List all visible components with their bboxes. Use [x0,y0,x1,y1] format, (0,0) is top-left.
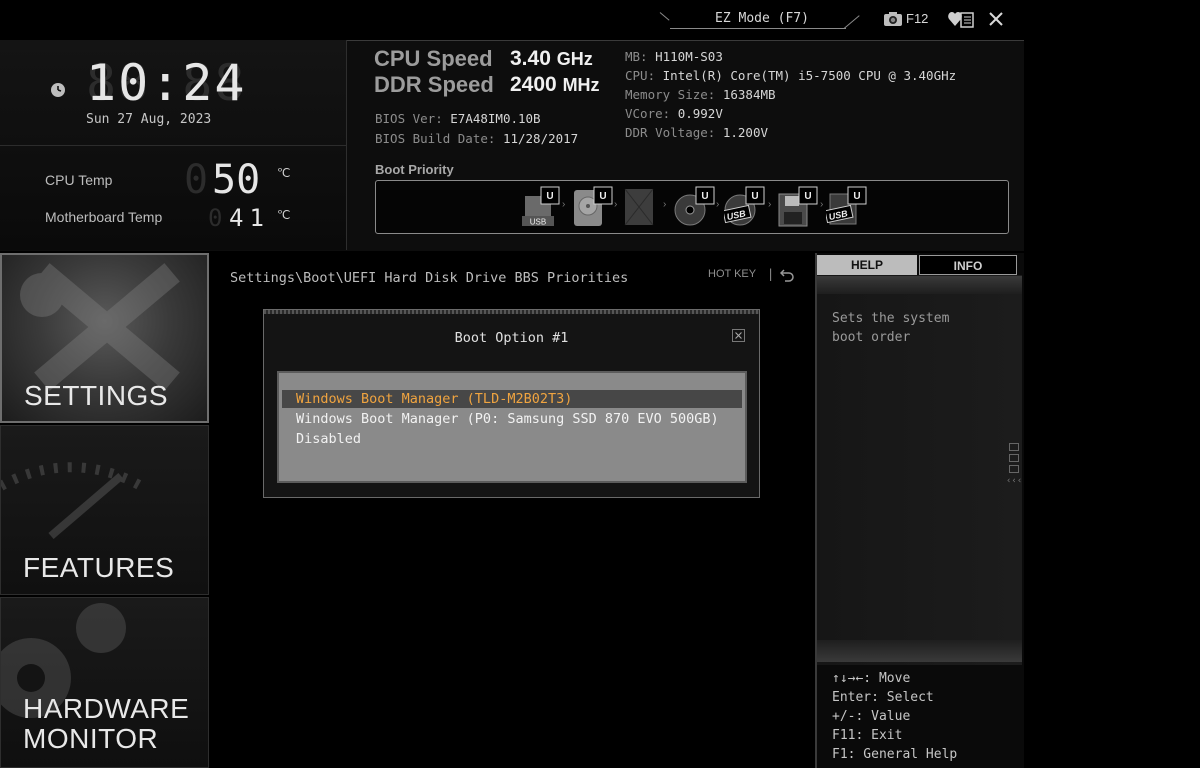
mb-temp-value: 41 [229,204,270,232]
tab-info[interactable]: INFO [919,255,1017,275]
close-icon[interactable] [732,329,745,342]
hotkey-button[interactable]: HOT KEY [708,268,756,280]
ddr-voltage-label: DDR Voltage: [625,125,716,140]
cpu-temp-unit: ℃ [277,166,291,180]
bios-build-date-value: 11/28/2017 [502,131,579,146]
favorites-icon[interactable] [947,9,975,29]
clock-time: 10:24 [86,54,247,112]
expand-arrow-icon[interactable]: ‹‹‹ [1006,476,1022,486]
ddr-speed-value: 2400 MHz [510,73,600,97]
key-move: ↑↓→←: Move [832,671,911,686]
blank-disk-icon[interactable] [622,186,664,228]
vcore-value: 0.992V [677,106,723,121]
hotkey-separator: | [767,267,775,281]
bios-version-value: E7A48IM0.10B [450,111,541,126]
cpu-speed-value: 3.40 GHz [510,47,593,71]
optical-disc-badge: U [701,191,708,202]
cpu-label: CPU: [625,68,656,83]
scroll-down-handle[interactable] [817,640,1022,662]
ddr-speed-label: DDR Speed [374,72,494,97]
mb-temp-unit: ℃ [277,208,291,222]
vcore-label: VCore: [625,106,671,121]
usb-optical-icon[interactable]: USB U [724,186,766,228]
bios-version-label: BIOS Ver: [375,111,443,126]
system-info: MB: H110M-S03 CPU: Intel(R) Core(TM) i5-… [625,47,956,142]
cpu-speed-unit: GHz [556,49,593,69]
screenshot-key-label: F12 [906,11,929,26]
tab-help[interactable]: HELP [817,255,917,275]
bios-version: BIOS Ver: E7A48IM0.10B [375,109,541,128]
key-exit: F11: Exit [832,728,903,743]
boot-arrow: › [716,199,720,210]
mb-label: MB: [625,49,648,64]
usb-drive-badge: U [546,191,553,202]
usb-floppy-badge: U [853,191,860,202]
floppy-icon[interactable]: U [777,186,819,228]
cpu-speed-label: CPU Speed [374,46,493,71]
nav-hardware-monitor-line1: HARDWARE [23,693,190,724]
memory-value: 16384MB [722,87,776,102]
usb-optical-badge: U [751,191,758,202]
cpu-value: Intel(R) Core(TM) i5-7500 CPU @ 3.40GHz [662,68,957,83]
mb-temp-label: Motherboard Temp [45,209,163,225]
boot-arrow: › [663,199,667,210]
cpu-temp-value: 50 [212,157,261,203]
hard-disk-icon[interactable]: U [572,186,614,228]
clock-date: Sun 27 Aug, 2023 [86,112,212,127]
nav-features[interactable]: FEATURES [0,425,209,595]
bios-build-date: BIOS Build Date: 11/28/2017 [375,129,578,148]
nav-features-label: FEATURES [23,552,175,583]
boot-arrow: › [614,199,618,210]
close-icon[interactable] [985,8,1007,30]
ddr-voltage-value: 1.200V [722,125,768,140]
boot-priority-title: Boot Priority [375,162,454,177]
floppy-badge: U [804,191,811,202]
dialog-title: Boot Option #1 [454,330,569,346]
usb-floppy-icon[interactable]: USB U [826,186,868,228]
key-legend: ↑↓→←: Move Enter: Select +/-: Value F11:… [832,669,957,764]
mb-value: H110M-S03 [655,49,723,64]
ddr-speed-number: 2400 [510,73,557,96]
list-item[interactable]: Disabled [296,430,361,448]
ddr-speed-unit: MHz [562,75,600,95]
camera-icon[interactable] [883,11,903,27]
cpu-speed-number: 3.40 [510,47,551,70]
dialog-title-bar [264,310,759,314]
boot-arrow: › [562,199,566,210]
mb-temp-ghost: 0 [208,204,223,232]
usb-drive-icon[interactable]: USB U [519,186,561,228]
boot-arrow: › [768,199,772,210]
boot-arrow: › [820,199,824,210]
help-text: Sets the system boot order [832,311,950,345]
nav-settings-label: SETTINGS [24,380,169,411]
cpu-temp-label: CPU Temp [45,172,113,188]
panel-indicator [1009,454,1019,462]
hard-disk-badge: U [599,191,606,202]
clock-icon [51,83,65,97]
breadcrumb: Settings\Boot\UEFI Hard Disk Drive BBS P… [230,270,629,286]
ez-mode-label: EZ Mode (F7) [715,11,809,26]
optical-disc-icon[interactable]: U [674,186,716,228]
nav-hardware-monitor[interactable]: HARDWARE MONITOR [0,597,209,768]
panel-indicator [1009,465,1019,473]
usb-drive-label: USB [530,218,546,227]
key-select: Enter: Select [832,690,934,705]
nav-hardware-monitor-line2: MONITOR [23,723,159,754]
bios-build-date-label: BIOS Build Date: [375,131,496,146]
key-help: F1: General Help [832,747,958,762]
panel-indicator [1009,443,1019,451]
memory-label: Memory Size: [625,87,716,102]
list-item[interactable]: Windows Boot Manager (P0: Samsung SSD 87… [296,410,719,428]
ez-mode-button[interactable]: EZ Mode (F7) [659,10,864,30]
divider [0,145,346,146]
list-item[interactable]: Windows Boot Manager (TLD-M2B02T3) [296,390,572,408]
back-icon[interactable] [780,268,794,282]
nav-settings[interactable]: SETTINGS [0,253,209,423]
key-value: +/-: Value [832,709,911,724]
scroll-up-handle[interactable] [817,276,1022,294]
cpu-temp-ghost: 0 [184,157,209,203]
